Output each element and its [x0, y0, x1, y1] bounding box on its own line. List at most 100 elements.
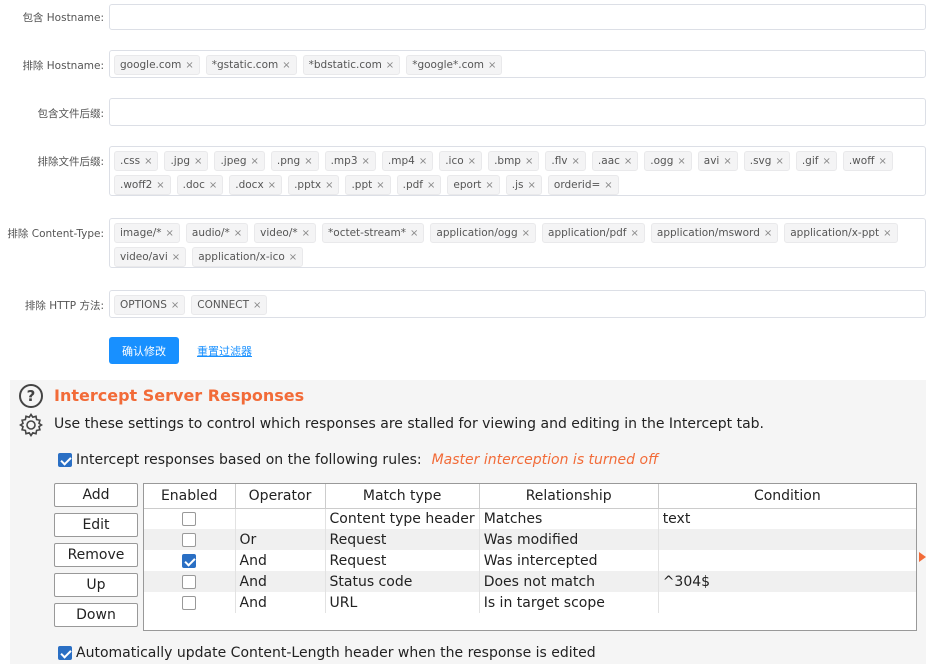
filter-tag: .ico × [439, 151, 483, 171]
add-button[interactable]: Add [54, 483, 138, 507]
column-header-relationship[interactable]: Relationship [479, 484, 659, 509]
cell-match-type: URL [325, 592, 480, 613]
filter-tag: .mp4 × [381, 151, 434, 171]
column-header-match-type[interactable]: Match type [325, 484, 480, 509]
remove-button[interactable]: Remove [54, 543, 138, 567]
tag-close-icon[interactable]: × [878, 156, 886, 167]
exclude-content-type-input[interactable]: image/* × audio/* × video/* × *octet-stream* × a… [109, 218, 926, 268]
tag-close-icon[interactable]: × [376, 180, 384, 191]
confirm-button[interactable]: 确认修改 [109, 337, 179, 364]
tag-close-icon[interactable]: × [604, 180, 612, 191]
tag-close-icon[interactable]: × [822, 156, 830, 167]
filter-tag-text: *bdstatic.com [308, 59, 382, 71]
down-button[interactable]: Down [54, 603, 138, 627]
tag-close-icon[interactable]: × [325, 180, 333, 191]
tag-close-icon[interactable]: × [209, 180, 217, 191]
exclude-content-type-row: 排除 Content-Type: image/* × audio/* × video/*… [0, 218, 926, 268]
reset-filter-link[interactable]: 重置过滤器 [197, 343, 252, 359]
table-row[interactable]: And URL Is in target scope [144, 592, 916, 613]
column-header-condition[interactable]: Condition [658, 484, 916, 509]
tag-close-icon[interactable]: × [289, 252, 297, 263]
filter-tag-text: .bmp [494, 155, 521, 167]
tag-close-icon[interactable]: × [624, 156, 632, 167]
filter-tag-text: *octet-stream* [328, 227, 407, 239]
tag-close-icon[interactable]: × [172, 252, 180, 263]
tag-close-icon[interactable]: × [410, 228, 418, 239]
tag-close-icon[interactable]: × [302, 228, 310, 239]
tag-close-icon[interactable]: × [723, 156, 731, 167]
tag-close-icon[interactable]: × [572, 156, 580, 167]
exclude-hostname-input[interactable]: google.com × *gstatic.com × *bdstatic.com × *g… [109, 50, 926, 78]
tag-close-icon[interactable]: × [485, 180, 493, 191]
filter-tag: .pptx × [288, 175, 340, 195]
table-row[interactable]: Content type header Matches text [144, 508, 916, 529]
tag-close-icon[interactable]: × [156, 180, 164, 191]
tag-close-icon[interactable]: × [522, 228, 530, 239]
tag-close-icon[interactable]: × [775, 156, 783, 167]
cell-relationship: Was intercepted [479, 550, 659, 571]
filter-tag: *bdstatic.com × [302, 55, 401, 75]
tag-close-icon[interactable]: × [362, 156, 370, 167]
table-row[interactable]: And Status code Does not match ^304$ [144, 571, 916, 592]
tag-close-icon[interactable]: × [185, 60, 193, 71]
tag-close-icon[interactable]: × [528, 180, 536, 191]
filter-tag-text: .doc [182, 179, 205, 191]
tag-close-icon[interactable]: × [488, 60, 496, 71]
row-enabled-checkbox[interactable] [182, 595, 197, 610]
filter-tag: .woff2 × [114, 175, 171, 195]
row-enabled-checkbox[interactable] [182, 574, 197, 589]
tag-close-icon[interactable]: × [386, 60, 394, 71]
tag-close-icon[interactable]: × [194, 156, 202, 167]
filter-tag-text: .woff [848, 155, 875, 167]
cell-match-type: Content type header [325, 508, 480, 529]
column-header-operator[interactable]: Operator [235, 484, 326, 509]
tag-close-icon[interactable]: × [171, 300, 179, 311]
tag-close-icon[interactable]: × [282, 60, 290, 71]
include-hostname-input[interactable] [109, 4, 926, 30]
filter-tag-text: avi [703, 155, 720, 167]
filter-tag-text: video/avi [120, 251, 168, 263]
row-enabled-checkbox[interactable] [182, 553, 197, 568]
tag-close-icon[interactable]: × [166, 228, 174, 239]
cell-enabled [144, 550, 236, 571]
table-row[interactable]: And Request Was intercepted [144, 550, 916, 571]
tag-close-icon[interactable]: × [304, 156, 312, 167]
tag-close-icon[interactable]: × [468, 156, 476, 167]
tag-close-icon[interactable]: × [419, 156, 427, 167]
tag-close-icon[interactable]: × [253, 300, 261, 311]
tag-close-icon[interactable]: × [144, 156, 152, 167]
tag-close-icon[interactable]: × [883, 228, 891, 239]
edit-button[interactable]: Edit [54, 513, 138, 537]
rules-checkbox[interactable] [58, 453, 72, 467]
cell-match-type: Request [325, 550, 480, 571]
tag-close-icon[interactable]: × [631, 228, 639, 239]
tag-close-icon[interactable]: × [250, 156, 258, 167]
cell-condition [658, 592, 916, 613]
auto-update-checkbox[interactable] [58, 646, 72, 660]
include-ext-input[interactable] [109, 98, 926, 126]
exclude-hostname-row: 排除 Hostname: google.com × *gstatic.com × *bd… [0, 50, 926, 78]
tag-close-icon[interactable]: × [525, 156, 533, 167]
tag-close-icon[interactable]: × [427, 180, 435, 191]
tag-close-icon[interactable]: × [764, 228, 772, 239]
tag-close-icon[interactable]: × [268, 180, 276, 191]
row-enabled-checkbox[interactable] [182, 532, 197, 547]
row-enabled-checkbox[interactable] [182, 511, 197, 526]
filter-tag: orderid= × [547, 175, 619, 195]
exclude-http-method-input[interactable]: OPTIONS × CONNECT × [109, 290, 926, 318]
table-row[interactable]: Or Request Was modified [144, 529, 916, 550]
include-hostname-label: 包含 Hostname: [22, 12, 104, 24]
column-header-enabled[interactable]: Enabled [144, 484, 236, 509]
exclude-content-type-tags: image/* × audio/* × video/* × *octet-stream* × a… [114, 221, 921, 269]
gear-icon[interactable] [18, 412, 44, 438]
tag-close-icon[interactable]: × [234, 228, 242, 239]
exclude-ext-input[interactable]: .css × .jpg × .jpeg × .png × .mp3 × .mp4 × .ico × .bmp… [109, 146, 926, 196]
up-button[interactable]: Up [54, 573, 138, 597]
exclude-ext-label: 排除文件后缀: [37, 156, 104, 168]
tag-close-icon[interactable]: × [677, 156, 685, 167]
rule-buttons: Add Edit Remove Up Down [54, 483, 138, 633]
help-icon[interactable]: ? [19, 384, 43, 408]
filter-tag: CONNECT × [191, 295, 268, 315]
filter-tag-text: .ppt [351, 179, 373, 191]
cell-operator [235, 508, 326, 529]
